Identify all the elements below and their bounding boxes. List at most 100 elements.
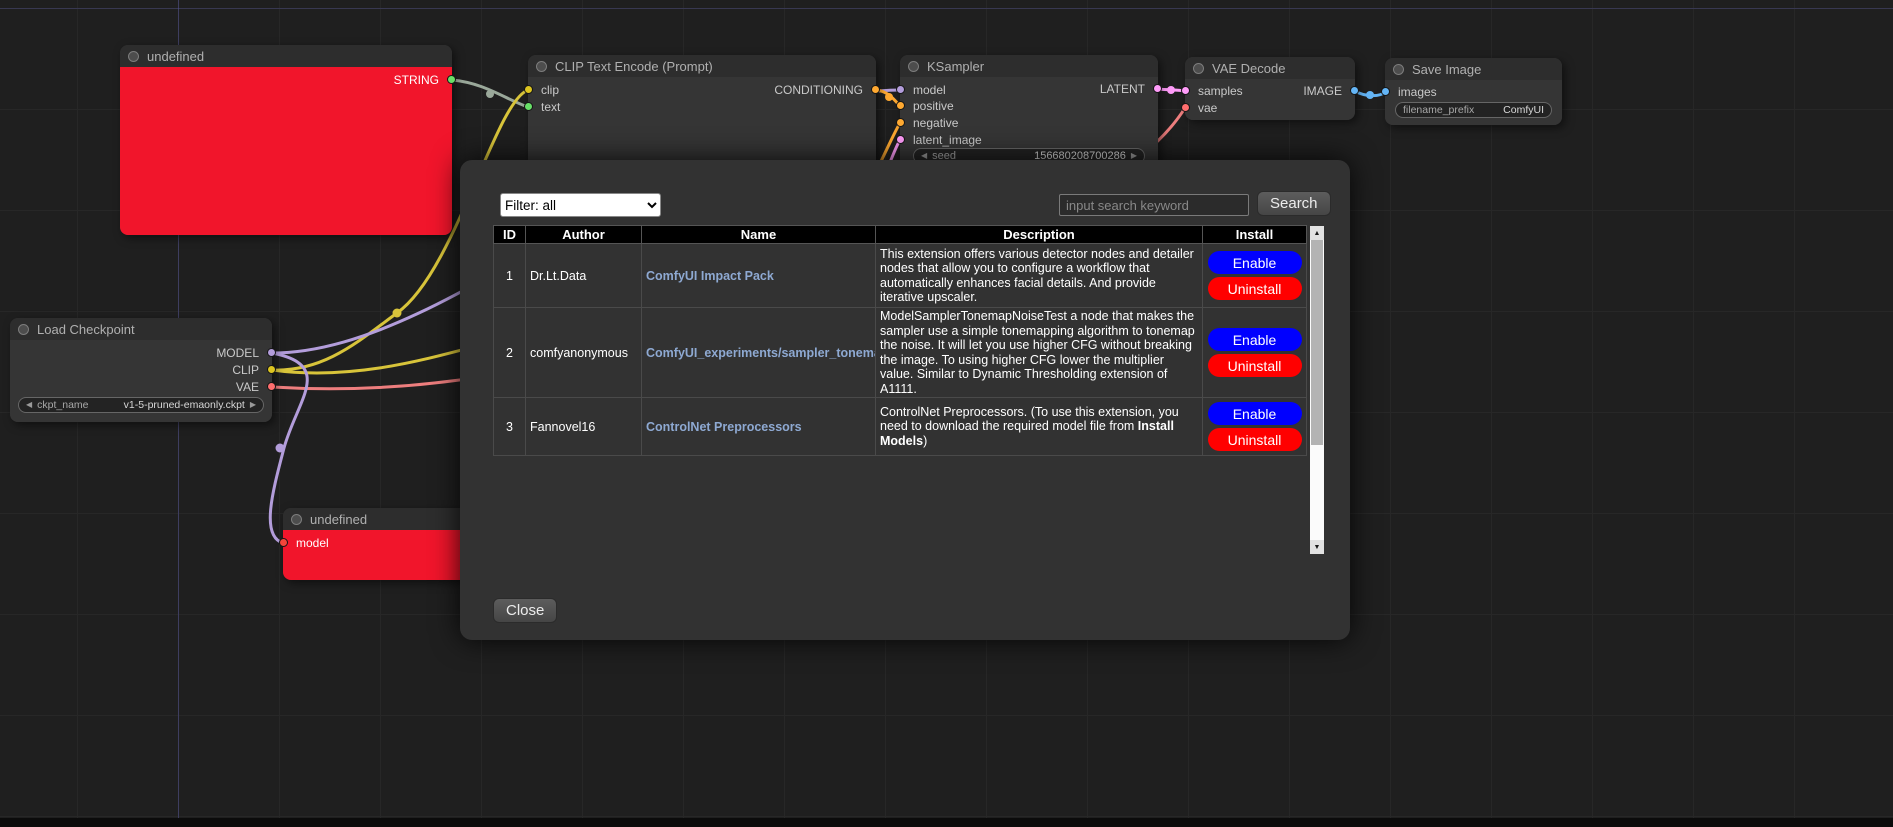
col-header-name: Name xyxy=(642,226,876,244)
filter-select[interactable]: Filter: all xyxy=(500,193,661,217)
enable-button[interactable]: Enable xyxy=(1208,251,1302,274)
input-slot-model: model xyxy=(283,536,329,550)
node-vae-decode[interactable]: VAE Decode samples vae IMAGE xyxy=(1185,57,1355,120)
output-port-latent[interactable] xyxy=(1153,84,1162,93)
input-port-vae[interactable] xyxy=(1181,103,1190,112)
collapse-dot-icon[interactable] xyxy=(291,514,302,525)
node-header[interactable]: VAE Decode xyxy=(1185,57,1355,79)
output-slot-model: MODEL xyxy=(216,346,272,360)
node-header[interactable]: undefined xyxy=(120,45,452,67)
node-header[interactable]: Save Image xyxy=(1385,58,1562,80)
search-input[interactable] xyxy=(1059,194,1249,216)
node-header[interactable]: Load Checkpoint xyxy=(10,318,272,340)
widget-left-arrow-icon[interactable]: ◀ xyxy=(26,401,32,409)
slot-label: model xyxy=(913,83,946,97)
node-title: undefined xyxy=(310,512,367,527)
table-header-row: ID Author Name Description Install xyxy=(494,226,1307,244)
table-row: 1 Dr.Lt.Data ComfyUI Impact Pack This ex… xyxy=(494,244,1307,308)
input-port-negative[interactable] xyxy=(896,118,905,127)
enable-button[interactable]: Enable xyxy=(1208,402,1302,425)
ext-name-link[interactable]: ComfyUI_experiments/sampler_tonemap xyxy=(646,346,876,360)
input-slot-positive: positive xyxy=(900,99,954,113)
input-port-model[interactable] xyxy=(896,85,905,94)
node-clip-text-encode[interactable]: CLIP Text Encode (Prompt) clip text COND… xyxy=(528,55,876,173)
uninstall-button[interactable]: Uninstall xyxy=(1208,354,1302,377)
widget-right-arrow-icon[interactable]: ▶ xyxy=(1131,152,1137,160)
search-button[interactable]: Search xyxy=(1257,191,1331,216)
slot-label: STRING xyxy=(394,73,439,87)
output-slot-string: STRING xyxy=(394,73,452,87)
canvas-bottom-edge xyxy=(0,818,1893,827)
table-row: 3 Fannovel16 ControlNet Preprocessors Co… xyxy=(494,398,1307,456)
ext-id: 1 xyxy=(494,244,526,308)
output-slot-image: IMAGE xyxy=(1303,84,1355,98)
input-port-text[interactable] xyxy=(524,102,533,111)
collapse-dot-icon[interactable] xyxy=(128,51,139,62)
table-scrollbar[interactable]: ▲ ▼ xyxy=(1310,226,1324,554)
slot-label: negative xyxy=(913,116,958,130)
enable-button[interactable]: Enable xyxy=(1208,328,1302,351)
col-header-install: Install xyxy=(1203,226,1307,244)
output-port-image[interactable] xyxy=(1350,86,1359,95)
slot-label: samples xyxy=(1198,84,1243,98)
ext-name-link[interactable]: ControlNet Preprocessors xyxy=(646,420,802,434)
input-port-samples[interactable] xyxy=(1181,86,1190,95)
scrollbar-thumb[interactable] xyxy=(1311,240,1323,445)
uninstall-button[interactable]: Uninstall xyxy=(1208,277,1302,300)
node-ksampler[interactable]: KSampler model positive negative latent_… xyxy=(900,55,1158,170)
slot-label: CLIP xyxy=(232,363,259,377)
node-title: Load Checkpoint xyxy=(37,322,135,337)
input-port-latent-image[interactable] xyxy=(896,135,905,144)
ext-description: ControlNet Preprocessors. (To use this e… xyxy=(876,398,1203,456)
node-title: Save Image xyxy=(1412,62,1481,77)
col-header-id: ID xyxy=(494,226,526,244)
ext-name-link[interactable]: ComfyUI Impact Pack xyxy=(646,269,774,283)
comfyui-graph-canvas[interactable]: undefined STRING CLIP Text Encode (Promp… xyxy=(0,0,1893,827)
slot-label: positive xyxy=(913,99,954,113)
input-port-model[interactable] xyxy=(279,538,288,547)
widget-name: filename_prefix xyxy=(1403,104,1474,116)
slot-label: clip xyxy=(541,83,559,97)
manager-extension-dialog: Filter: all Search ID Author Name Descri… xyxy=(460,160,1350,640)
collapse-dot-icon[interactable] xyxy=(1393,64,1404,75)
close-button[interactable]: Close xyxy=(493,598,557,623)
output-port-string[interactable] xyxy=(447,75,456,84)
output-port-vae[interactable] xyxy=(267,382,276,391)
input-slot-model: model xyxy=(900,83,946,97)
input-port-clip[interactable] xyxy=(524,85,533,94)
output-slot-conditioning: CONDITIONING xyxy=(774,83,876,97)
node-header[interactable]: CLIP Text Encode (Prompt) xyxy=(528,55,876,77)
collapse-dot-icon[interactable] xyxy=(908,61,919,72)
collapse-dot-icon[interactable] xyxy=(1193,63,1204,74)
widget-right-arrow-icon[interactable]: ▶ xyxy=(250,401,256,409)
slot-label: IMAGE xyxy=(1303,84,1342,98)
node-save-image[interactable]: Save Image images filename_prefix ComfyU… xyxy=(1385,58,1562,125)
input-port-images[interactable] xyxy=(1381,87,1390,96)
node-load-checkpoint[interactable]: Load Checkpoint MODEL CLIP VAE ◀ ckpt_na… xyxy=(10,318,272,422)
node-undefined-top[interactable]: undefined STRING xyxy=(120,45,452,235)
output-port-model[interactable] xyxy=(267,348,276,357)
ext-id: 3 xyxy=(494,398,526,456)
node-title: VAE Decode xyxy=(1212,61,1285,76)
node-title: undefined xyxy=(147,49,204,64)
filename-prefix-widget[interactable]: filename_prefix ComfyUI xyxy=(1395,102,1552,118)
slot-label: CONDITIONING xyxy=(774,83,863,97)
node-header[interactable]: KSampler xyxy=(900,55,1158,77)
output-slot-vae: VAE xyxy=(236,380,272,394)
input-slot-latent-image: latent_image xyxy=(900,133,982,147)
uninstall-button[interactable]: Uninstall xyxy=(1208,428,1302,451)
slot-label: VAE xyxy=(236,380,259,394)
widget-left-arrow-icon[interactable]: ◀ xyxy=(921,152,927,160)
ext-description: This extension offers various detector n… xyxy=(876,244,1203,308)
slot-label: text xyxy=(541,100,560,114)
ckpt-name-widget[interactable]: ◀ ckpt_name v1-5-pruned-emaonly.ckpt ▶ xyxy=(18,397,264,413)
input-port-positive[interactable] xyxy=(896,101,905,110)
scroll-down-icon[interactable]: ▼ xyxy=(1310,540,1324,554)
collapse-dot-icon[interactable] xyxy=(18,324,29,335)
output-port-clip[interactable] xyxy=(267,365,276,374)
extension-table: ID Author Name Description Install 1 Dr.… xyxy=(493,225,1307,456)
output-port-conditioning[interactable] xyxy=(871,85,880,94)
scroll-up-icon[interactable]: ▲ xyxy=(1310,226,1324,240)
collapse-dot-icon[interactable] xyxy=(536,61,547,72)
table-row: 2 comfyanonymous ComfyUI_experiments/sam… xyxy=(494,308,1307,398)
